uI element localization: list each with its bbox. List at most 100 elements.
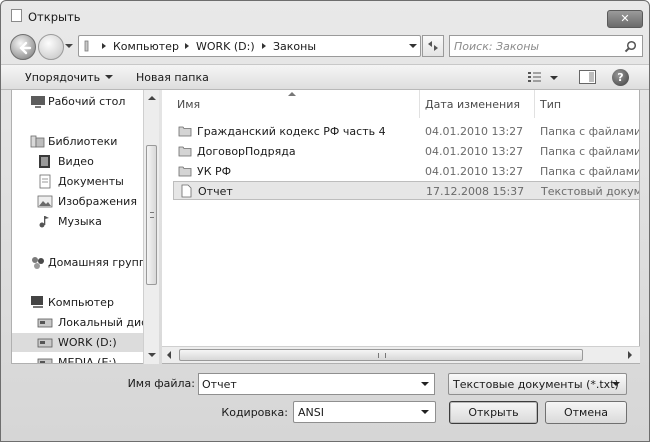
- nav-item-label: Документы: [58, 175, 124, 188]
- encoding-label: Кодировка:: [221, 406, 288, 419]
- breadcrumb-folder[interactable]: Законы: [273, 40, 316, 53]
- nav-item-label: WORK (D:): [58, 336, 117, 349]
- folder-icon: [84, 40, 89, 52]
- column-header-label: Имя: [177, 98, 201, 111]
- libraries-icon: [30, 135, 45, 148]
- nav-item-label: Компьютер: [48, 296, 114, 309]
- breadcrumb-drive[interactable]: WORK (D:): [196, 40, 255, 53]
- help-icon[interactable]: ?: [612, 69, 629, 86]
- navigation-scrollbar[interactable]: [143, 90, 159, 364]
- views-dropdown-icon[interactable]: [550, 76, 558, 80]
- scroll-up-icon[interactable]: [148, 96, 156, 100]
- file-date: 04.01.2010 13:27: [425, 145, 524, 158]
- nav-item-local-disk[interactable]: Локальный диск: [12, 313, 154, 332]
- nav-item-label: Локальный диск: [58, 316, 154, 329]
- nav-item-libraries[interactable]: Библиотеки: [12, 132, 146, 151]
- column-header-label: Дата изменения: [425, 98, 520, 111]
- nav-item-documents[interactable]: Документы: [12, 172, 146, 191]
- chevron-down-icon: [105, 75, 114, 79]
- nav-item-label: Видео: [58, 155, 94, 168]
- file-date: 04.01.2010 13:27: [425, 165, 524, 178]
- video-icon: [39, 155, 50, 168]
- close-icon: ✕: [620, 12, 630, 25]
- nav-item-label: Рабочий стол: [48, 95, 126, 108]
- grip-icon: [378, 353, 386, 358]
- new-folder-button[interactable]: Новая папка: [136, 71, 209, 84]
- file-date: 17.12.2008 15:37: [426, 185, 525, 198]
- column-header-type[interactable]: Тип: [535, 90, 639, 118]
- breadcrumb-computer[interactable]: Компьютер: [113, 40, 179, 53]
- chevron-down-icon: [421, 410, 429, 414]
- arrow-left-icon: [19, 41, 32, 55]
- cancel-button[interactable]: Отмена: [545, 401, 627, 424]
- breadcrumb-separator-icon: [102, 43, 106, 49]
- filetype-select[interactable]: Текстовые документы (*.txt): [448, 373, 627, 395]
- filename-field[interactable]: [198, 373, 435, 395]
- file-row[interactable]: Гражданский кодекс РФ часть 4 04.01.2010…: [173, 122, 640, 141]
- desktop-icon: [31, 96, 45, 108]
- preview-pane-icon[interactable]: [579, 70, 596, 84]
- nav-item-computer[interactable]: Компьютер: [12, 293, 146, 312]
- views-icon[interactable]: [527, 70, 543, 84]
- document-icon: [11, 9, 22, 22]
- column-header-label: Тип: [540, 98, 562, 111]
- file-name: Гражданский кодекс РФ часть 4: [197, 125, 386, 138]
- nav-item-label: MEDIA (E:): [58, 356, 117, 364]
- column-header-date[interactable]: Дата изменения: [420, 90, 534, 118]
- column-header-name[interactable]: Имя: [162, 90, 420, 118]
- pictures-icon: [37, 195, 53, 208]
- open-file-dialog: Открыть ✕ Компьютер WORK (D:) Законы Пои…: [0, 0, 650, 442]
- chevron-down-icon[interactable]: [421, 382, 429, 386]
- file-type: Папка с файлами: [540, 165, 640, 178]
- nav-item-homegroup[interactable]: Домашняя группа: [12, 253, 153, 272]
- encoding-value: ANSI: [298, 406, 324, 419]
- filetype-value: Текстовые документы (*.txt): [453, 378, 619, 391]
- back-button[interactable]: [10, 34, 36, 60]
- encoding-select[interactable]: ANSI: [293, 401, 436, 423]
- search-box[interactable]: [449, 35, 643, 57]
- nav-item-video[interactable]: Видео: [12, 152, 146, 171]
- file-date: 04.01.2010 13:27: [425, 125, 524, 138]
- breadcrumb-separator-icon: [185, 43, 189, 49]
- music-icon: [39, 216, 49, 228]
- scroll-right-icon[interactable]: [628, 351, 632, 359]
- nav-item-desktop[interactable]: Рабочий стол: [12, 92, 146, 111]
- drive-icon: [37, 358, 53, 363]
- folder-icon: [178, 126, 192, 137]
- address-dropdown-icon[interactable]: [409, 44, 417, 48]
- scroll-down-icon[interactable]: [148, 353, 156, 357]
- breadcrumb-separator-icon: [262, 43, 266, 49]
- refresh-icon: [428, 41, 438, 51]
- search-input[interactable]: [454, 37, 614, 55]
- file-name: УК РФ: [197, 165, 232, 178]
- file-type: Текстовый докум...: [541, 185, 639, 198]
- nav-item-work-drive[interactable]: WORK (D:): [12, 333, 146, 352]
- title-bar: Открыть ✕: [1, 1, 649, 29]
- history-dropdown[interactable]: [65, 43, 73, 51]
- close-button[interactable]: ✕: [607, 10, 643, 28]
- drive-icon: [37, 338, 53, 348]
- forward-button[interactable]: [38, 34, 64, 60]
- file-row-selected[interactable]: Отчет 17.12.2008 15:37 Текстовый докум..…: [173, 181, 639, 200]
- scroll-thumb[interactable]: [146, 145, 157, 285]
- file-row[interactable]: УК РФ 04.01.2010 13:27 Папка с файлами: [173, 162, 640, 181]
- scroll-thumb[interactable]: [179, 349, 583, 361]
- file-row[interactable]: ДоговорПодряда 04.01.2010 13:27 Папка с …: [173, 142, 639, 161]
- nav-item-pictures[interactable]: Изображения: [12, 192, 146, 211]
- chevron-down-icon: [612, 382, 620, 386]
- horizontal-scrollbar[interactable]: [162, 346, 640, 363]
- open-button[interactable]: Открыть: [449, 401, 538, 424]
- file-type: Папка с файлами: [540, 125, 640, 138]
- nav-item-media-drive[interactable]: MEDIA (E:): [12, 353, 146, 364]
- search-icon[interactable]: [624, 40, 637, 53]
- nav-item-music[interactable]: Музыка: [12, 212, 146, 231]
- organize-menu[interactable]: Упорядочить: [25, 71, 114, 84]
- address-bar[interactable]: Компьютер WORK (D:) Законы: [78, 35, 421, 57]
- nav-item-label: Домашняя группа: [48, 256, 153, 269]
- filename-input[interactable]: [202, 376, 412, 392]
- file-list: Имя Дата изменения Тип Гражданский кодек…: [162, 90, 640, 364]
- navigation-pane: Рабочий стол Библиотеки Видео Документы …: [11, 90, 159, 364]
- scroll-left-icon[interactable]: [167, 351, 171, 359]
- organize-label: Упорядочить: [25, 71, 101, 84]
- refresh-button[interactable]: [422, 35, 444, 57]
